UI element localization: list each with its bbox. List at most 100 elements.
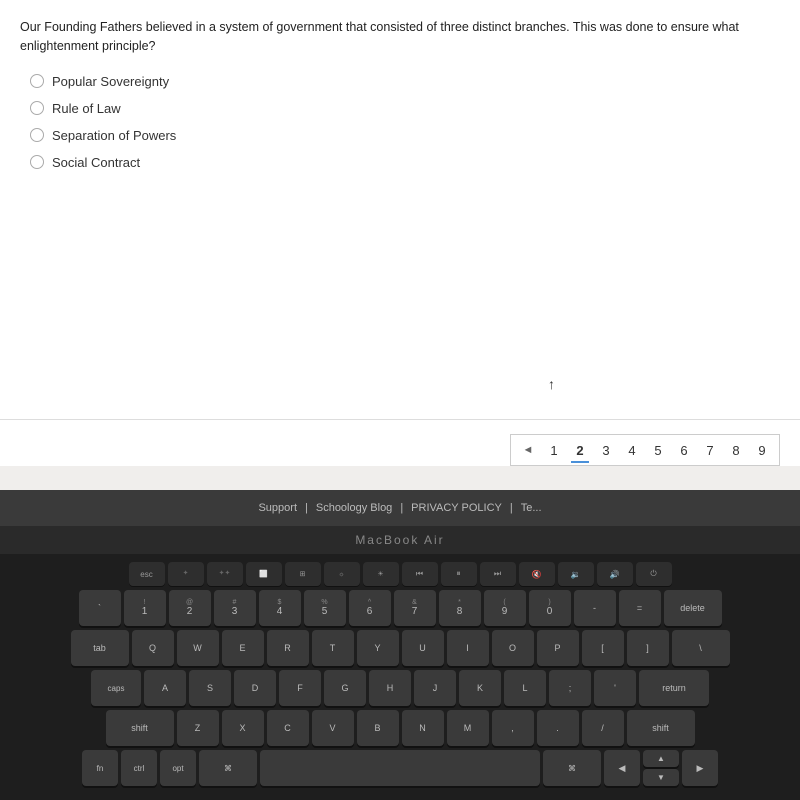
key-8[interactable]: *8 [439,590,481,626]
key-f11[interactable]: 🔉 [558,562,594,586]
key-w[interactable]: W [177,630,219,666]
key-1[interactable]: !1 [124,590,166,626]
key-option[interactable]: opt [160,750,196,786]
key-f5[interactable]: ☼ [324,562,360,586]
key-backslash[interactable]: \ [672,630,730,666]
pagination-page-8[interactable]: 8 [723,437,749,463]
key-comma[interactable]: , [492,710,534,746]
key-backtick[interactable]: ` [79,590,121,626]
key-i[interactable]: I [447,630,489,666]
footer-privacy[interactable]: PRIVACY POLICY [411,502,502,514]
pagination-page-5[interactable]: 5 [645,437,671,463]
key-f12[interactable]: 🔊 [597,562,633,586]
key-shift-left[interactable]: shift [106,710,174,746]
key-m[interactable]: M [447,710,489,746]
key-shift-right[interactable]: shift [627,710,695,746]
list-item[interactable]: Popular Sovereignty [30,74,780,89]
key-power[interactable]: ⏻ [636,562,672,586]
key-d[interactable]: D [234,670,276,706]
pagination-page-4[interactable]: 4 [619,437,645,463]
key-f2[interactable]: ✦✦ [207,562,243,586]
key-f7[interactable]: ⏮ [402,562,438,586]
key-2[interactable]: @2 [169,590,211,626]
key-fn[interactable]: fn [82,750,118,786]
key-slash[interactable]: / [582,710,624,746]
key-q[interactable]: Q [132,630,174,666]
key-f9[interactable]: ⏭ [480,562,516,586]
key-0[interactable]: )0 [529,590,571,626]
key-cmd-left[interactable]: ⌘ [199,750,257,786]
key-t[interactable]: T [312,630,354,666]
key-z[interactable]: Z [177,710,219,746]
key-5[interactable]: %5 [304,590,346,626]
list-item[interactable]: Social Contract [30,155,780,170]
key-c[interactable]: C [267,710,309,746]
key-semicolon[interactable]: ; [549,670,591,706]
key-6[interactable]: ^6 [349,590,391,626]
key-f6[interactable]: ☀ [363,562,399,586]
key-7[interactable]: &7 [394,590,436,626]
pagination-page-3[interactable]: 3 [593,437,619,463]
key-s[interactable]: S [189,670,231,706]
key-delete[interactable]: delete [664,590,722,626]
key-g[interactable]: G [324,670,366,706]
radio-option-4[interactable] [30,155,44,169]
key-capslock[interactable]: caps [91,670,141,706]
key-arrow-left[interactable]: ◀ [604,750,640,786]
key-l[interactable]: L [504,670,546,706]
key-a[interactable]: A [144,670,186,706]
pagination-page-7[interactable]: 7 [697,437,723,463]
key-f4[interactable]: ⊞ [285,562,321,586]
key-cmd-right[interactable]: ⌘ [543,750,601,786]
key-n[interactable]: N [402,710,444,746]
key-3[interactable]: #3 [214,590,256,626]
key-e[interactable]: E [222,630,264,666]
footer-support[interactable]: Support [258,502,297,514]
key-f8[interactable]: ⏸ [441,562,477,586]
key-tab[interactable]: tab [71,630,129,666]
key-equal[interactable]: = [619,590,661,626]
key-u[interactable]: U [402,630,444,666]
key-4[interactable]: $4 [259,590,301,626]
key-y[interactable]: Y [357,630,399,666]
radio-option-3[interactable] [30,128,44,142]
key-arrow-up[interactable]: ▲ [643,750,679,767]
key-arrow-down[interactable]: ▼ [643,769,679,786]
key-bracket-open[interactable]: [ [582,630,624,666]
key-f3[interactable]: ⬜ [246,562,282,586]
key-9[interactable]: (9 [484,590,526,626]
key-return[interactable]: return [639,670,709,706]
key-x[interactable]: X [222,710,264,746]
key-h[interactable]: H [369,670,411,706]
pagination-page-9[interactable]: 9 [749,437,775,463]
key-period[interactable]: . [537,710,579,746]
footer-terms[interactable]: Te... [521,502,542,514]
bottom-key-row: fn ctrl opt ⌘ ⌘ ◀ ▲ ▼ ▶ [10,750,790,786]
key-arrow-right[interactable]: ▶ [682,750,718,786]
pagination-prev-button[interactable]: ◄ [515,437,541,463]
key-esc[interactable]: esc [129,562,165,586]
key-f[interactable]: F [279,670,321,706]
key-k[interactable]: K [459,670,501,706]
radio-option-2[interactable] [30,101,44,115]
key-o[interactable]: O [492,630,534,666]
pagination-page-2[interactable]: 2 [567,437,593,463]
key-p[interactable]: P [537,630,579,666]
list-item[interactable]: Rule of Law [30,101,780,116]
key-bracket-close[interactable]: ] [627,630,669,666]
key-f10[interactable]: 🔇 [519,562,555,586]
key-r[interactable]: R [267,630,309,666]
key-minus[interactable]: - [574,590,616,626]
key-j[interactable]: J [414,670,456,706]
pagination-page-6[interactable]: 6 [671,437,697,463]
key-ctrl[interactable]: ctrl [121,750,157,786]
key-v[interactable]: V [312,710,354,746]
pagination-page-1[interactable]: 1 [541,437,567,463]
key-b[interactable]: B [357,710,399,746]
key-f1[interactable]: ✦ [168,562,204,586]
radio-option-1[interactable] [30,74,44,88]
footer-blog[interactable]: Schoology Blog [316,502,392,514]
key-quote[interactable]: ' [594,670,636,706]
list-item[interactable]: Separation of Powers [30,128,780,143]
key-space[interactable] [260,750,540,786]
